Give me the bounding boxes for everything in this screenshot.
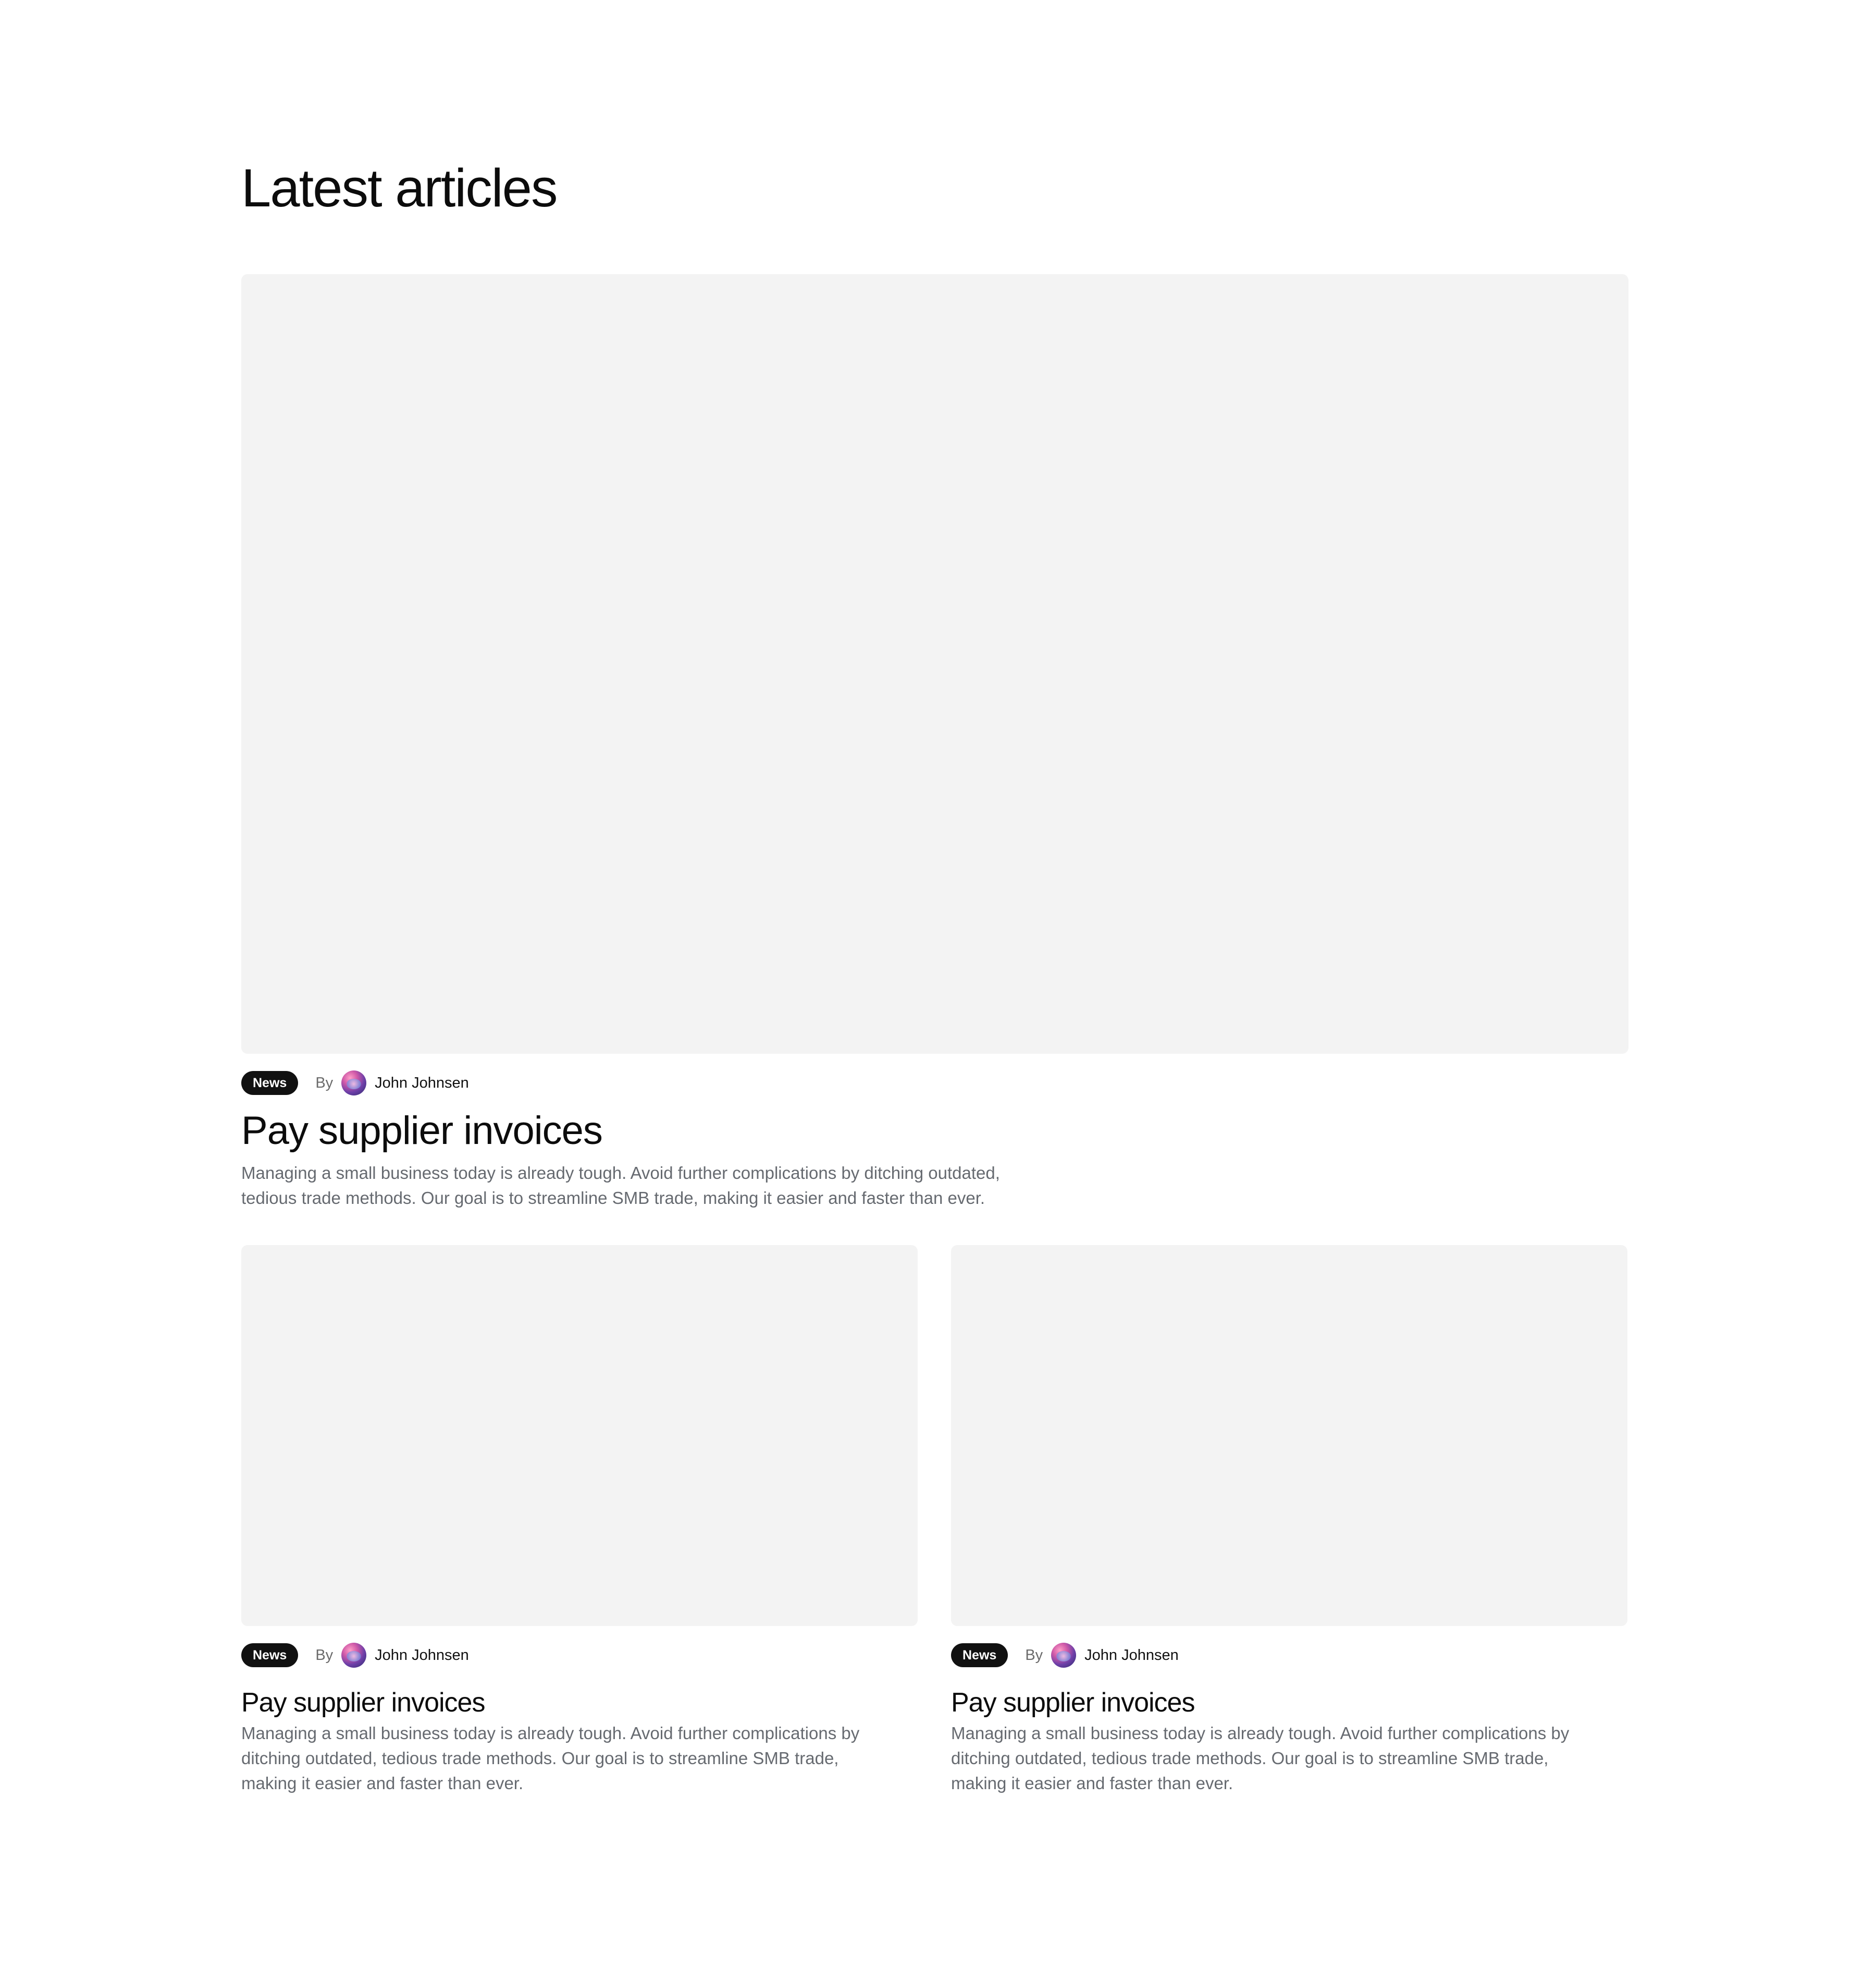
category-badge[interactable]: News [241, 1643, 299, 1667]
category-badge[interactable]: News [951, 1643, 1008, 1667]
author-avatar [1051, 1643, 1077, 1668]
article-title[interactable]: Pay supplier invoices [241, 1686, 918, 1719]
article-image[interactable] [241, 1245, 918, 1626]
author-avatar [341, 1070, 367, 1095]
author-name[interactable]: John Johnsen [375, 1075, 469, 1092]
article-description: Managing a small business today is alrea… [951, 1723, 1570, 1793]
article-title[interactable]: Pay supplier invoices [241, 1107, 1628, 1154]
category-badge[interactable]: News [241, 1071, 299, 1095]
article-card[interactable]: News By John Johnsen Pay supplier invoic… [951, 1245, 1627, 1796]
author-name[interactable]: John Johnsen [375, 1647, 469, 1664]
article-card[interactable]: News By John Johnsen Pay supplier invoic… [241, 1245, 918, 1796]
by-label: By [315, 1646, 334, 1664]
section-title: Latest articles [241, 158, 558, 218]
article-meta: News By John Johnsen [241, 1070, 1628, 1095]
article-meta: News By John Johnsen [241, 1643, 918, 1668]
article-image[interactable] [241, 274, 1628, 1054]
author-name[interactable]: John Johnsen [1084, 1647, 1179, 1664]
featured-article-card[interactable]: News By John Johnsen Pay supplier invoic… [241, 274, 1628, 1211]
by-label: By [315, 1074, 334, 1091]
article-description: Managing a small business today is alrea… [241, 1163, 1000, 1208]
author-avatar [341, 1643, 367, 1668]
by-label: By [1025, 1646, 1043, 1664]
article-title[interactable]: Pay supplier invoices [951, 1686, 1627, 1719]
article-meta: News By John Johnsen [951, 1643, 1627, 1668]
article-image[interactable] [951, 1245, 1627, 1626]
article-description: Managing a small business today is alrea… [241, 1723, 860, 1793]
